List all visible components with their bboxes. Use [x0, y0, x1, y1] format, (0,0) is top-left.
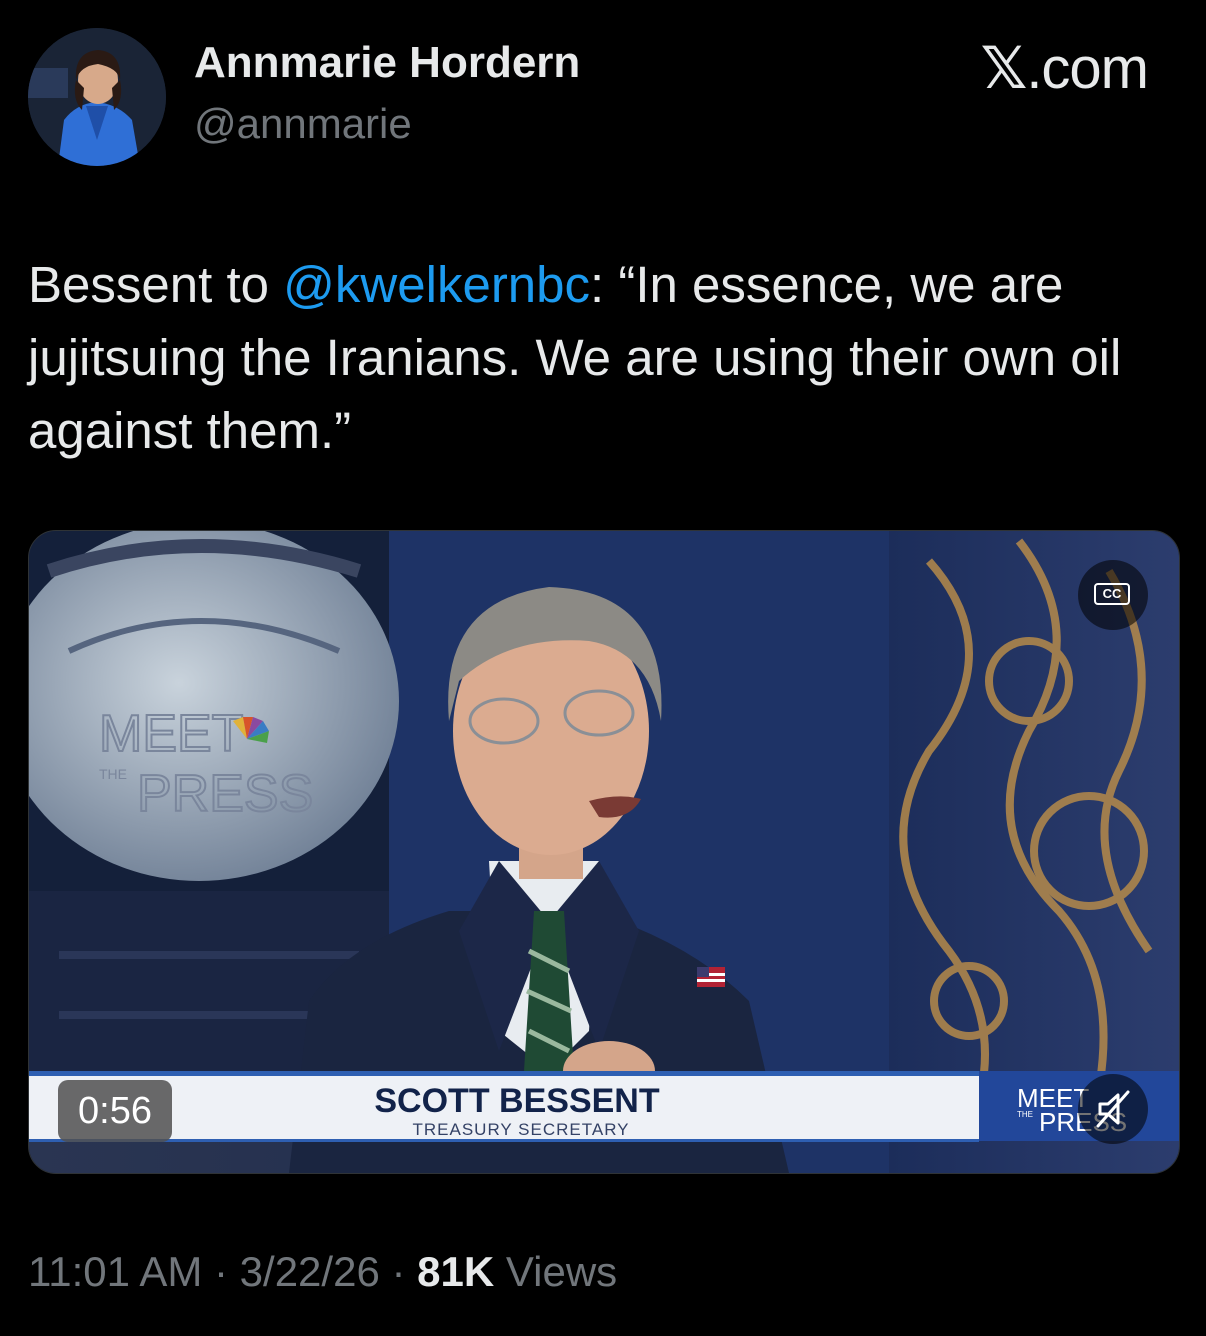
backdrop-logo-line1: MEET	[99, 705, 243, 763]
cc-icon: CC	[1094, 583, 1130, 605]
tweet-text: Bessent to @kwelkernbc: “In essence, we …	[28, 248, 1168, 467]
meta-separator: ·	[202, 1248, 240, 1295]
flag-pin-icon	[697, 967, 725, 987]
avatar-image	[28, 28, 166, 166]
tweet-text-prefix: Bessent to	[28, 256, 284, 313]
tweet-date[interactable]: 3/22/26	[240, 1248, 380, 1295]
unmute-button[interactable]	[1078, 1074, 1148, 1144]
video-player[interactable]: MEET THE PRESS SCOTT BESSENT TREASURY SE…	[28, 530, 1180, 1174]
backdrop-logo-the: THE	[99, 766, 127, 782]
meta-separator: ·	[379, 1248, 418, 1295]
video-frame: MEET THE PRESS SCOTT BESSENT TREASURY SE…	[29, 531, 1179, 1173]
brand-domain: .com	[1026, 36, 1149, 101]
x-logo-icon: 𝕏	[980, 34, 1028, 102]
mention-link[interactable]: @kwelkernbc	[283, 256, 590, 313]
author-avatar[interactable]	[28, 28, 166, 166]
author-name[interactable]: Annmarie Hordern	[194, 38, 580, 88]
speaker-muted-icon	[1096, 1090, 1130, 1128]
views-label: Views	[494, 1248, 618, 1295]
tweet-meta: 11:01 AM · 3/22/26 · 81K Views	[28, 1248, 617, 1296]
author-handle[interactable]: @annmarie	[194, 100, 412, 148]
x-com-logo: 𝕏.com	[980, 34, 1149, 102]
lower-third-name: SCOTT BESSENT	[374, 1082, 659, 1120]
lower-third: SCOTT BESSENT TREASURY SECRETARY MEET TH…	[29, 1071, 1179, 1142]
backdrop-logo-line2: PRESS	[137, 765, 313, 823]
tweet-time[interactable]: 11:01 AM	[28, 1248, 202, 1295]
closed-captions-button[interactable]: CC	[1078, 560, 1148, 630]
lower-third-title: TREASURY SECRETARY	[412, 1120, 629, 1139]
bug-the: THE	[1017, 1110, 1033, 1119]
views-count: 81K	[417, 1248, 495, 1295]
video-duration-badge: 0:56	[58, 1080, 172, 1142]
